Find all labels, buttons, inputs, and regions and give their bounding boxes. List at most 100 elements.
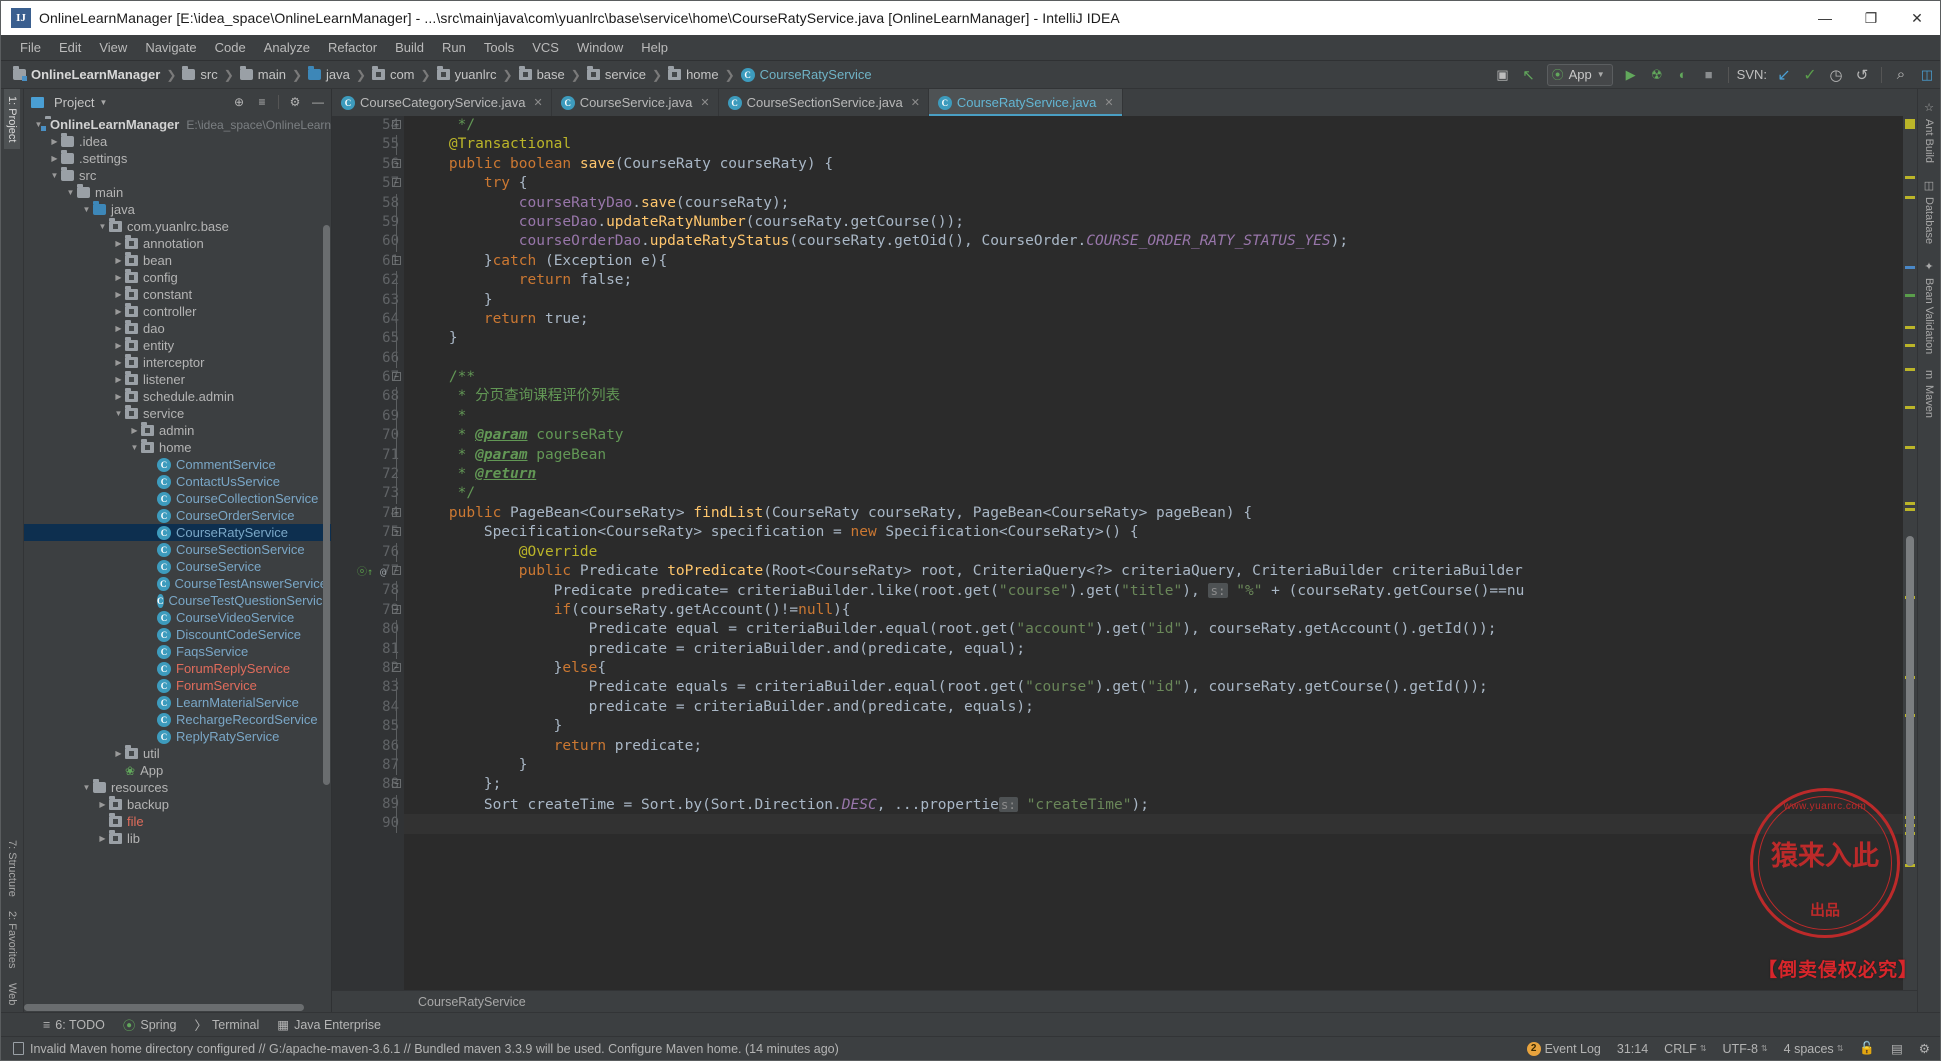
tree-item-node[interactable]: ▶ schedule.admin — [24, 388, 331, 405]
chevron-down-icon[interactable]: ▼ — [99, 98, 107, 107]
rail-maven[interactable]: m Maven — [1921, 362, 1937, 425]
close-icon[interactable]: ✕ — [700, 96, 709, 109]
code-line[interactable]: * @return — [414, 465, 1903, 484]
tree-item-class[interactable]: C CourseTestAnswerService — [24, 575, 331, 592]
code-line[interactable]: @Transactional — [414, 135, 1903, 154]
gutter-line-number[interactable]: 72 — [332, 465, 404, 485]
gutter-line-number[interactable]: 67− — [332, 368, 404, 387]
code-fold-toggle[interactable]: − — [392, 779, 401, 789]
code-line[interactable]: @Override — [414, 543, 1903, 562]
close-button[interactable]: ✕ — [1894, 1, 1940, 35]
gutter-line-number[interactable]: 89 — [332, 794, 404, 815]
code-fold-toggle[interactable]: − — [392, 604, 401, 614]
chevron-right-icon[interactable]: ▶ — [112, 749, 125, 758]
chevron-right-icon[interactable]: ▶ — [112, 239, 125, 248]
gutter-line-number[interactable]: 73 — [332, 484, 404, 504]
menu-code[interactable]: Code — [206, 38, 255, 57]
svn-commit-button[interactable]: ✓ — [1797, 63, 1823, 87]
menu-run[interactable]: Run — [433, 38, 475, 57]
code-line[interactable]: } — [414, 756, 1903, 775]
settings-gear-icon[interactable]: ⚙ — [286, 93, 304, 111]
tree-item-class[interactable]: C CourseCollectionService — [24, 490, 331, 507]
chevron-right-icon[interactable]: ▶ — [112, 392, 125, 401]
tree-item-node[interactable]: ▶ backup — [24, 796, 331, 813]
error-stripe-mark[interactable] — [1905, 368, 1915, 371]
menu-window[interactable]: Window — [568, 38, 632, 57]
rail-database[interactable]: ◫ Database — [1921, 171, 1938, 252]
svn-update-button[interactable]: ↙ — [1771, 63, 1797, 87]
tab-course-section-service[interactable]: C CourseSectionService.java ✕ — [719, 89, 929, 116]
lock-icon[interactable]: 🔓 — [1859, 1041, 1875, 1056]
gutter-line-number[interactable]: 76 — [332, 542, 404, 562]
menu-navigate[interactable]: Navigate — [136, 38, 205, 57]
code-line[interactable]: /** — [414, 368, 1903, 387]
gutter-line-number[interactable]: 82− — [332, 659, 404, 678]
error-stripe-mark[interactable] — [1905, 196, 1915, 199]
editor-gutter[interactable]: 54−55 56−57−58 59 60 61−62 63 64 65 66 67−68 69 70 7… — [332, 116, 404, 990]
tab-course-service[interactable]: C CourseService.java ✕ — [552, 89, 719, 116]
gutter-line-number[interactable]: 55 — [332, 135, 404, 155]
code-line[interactable]: public PageBean<CourseRaty> findList(Cou… — [414, 504, 1903, 523]
chevron-right-icon[interactable]: ▶ — [112, 341, 125, 350]
breadcrumb-item-module[interactable]: OnlineLearnManager — [31, 67, 160, 82]
code-fold-toggle[interactable]: − — [392, 662, 401, 672]
code-line[interactable]: courseDao.updateRatyNumber(courseRaty.ge… — [414, 213, 1903, 232]
chevron-down-icon[interactable]: ▼ — [96, 222, 109, 231]
tree-item-node[interactable]: ❀ App — [24, 762, 331, 779]
gutter-line-number[interactable]: 59 — [332, 212, 404, 233]
code-line[interactable]: */ — [414, 116, 1903, 135]
tab-course-raty-service[interactable]: C CourseRatyService.java ✕ — [928, 89, 1123, 116]
code-fold-toggle[interactable]: − — [392, 158, 401, 168]
chevron-down-icon[interactable]: ▼ — [80, 783, 93, 792]
menu-analyze[interactable]: Analyze — [255, 38, 319, 57]
implementing-method-icon[interactable]: ⓞ↑ — [357, 563, 373, 582]
gutter-line-number[interactable]: 75− — [332, 523, 404, 542]
stop-button[interactable]: ■ — [1696, 63, 1722, 87]
minimize-button[interactable]: — — [1802, 1, 1848, 35]
rail-web[interactable]: Web — [4, 976, 20, 1012]
tree-item-class[interactable]: C ForumService — [24, 677, 331, 694]
menu-edit[interactable]: Edit — [50, 38, 90, 57]
code-text-area[interactable]: */ @Transactional public boolean save(Co… — [404, 116, 1903, 990]
breadcrumb-item-base[interactable]: base — [537, 67, 565, 82]
tree-item-class[interactable]: C CourseOrderService — [24, 507, 331, 524]
menu-help[interactable]: Help — [632, 38, 677, 57]
menu-view[interactable]: View — [90, 38, 136, 57]
chevron-down-icon[interactable]: ▼ — [80, 205, 93, 214]
collapse-all-icon[interactable]: ≡ — [253, 93, 271, 111]
tree-item-class[interactable]: C ForumReplyService — [24, 660, 331, 677]
gutter-line-number[interactable]: 74− — [332, 504, 404, 523]
tree-item-node[interactable]: ▼ resources — [24, 779, 331, 796]
tree-item-node[interactable]: file — [24, 813, 331, 830]
tree-item-node[interactable]: ▶ lib — [24, 830, 331, 847]
code-line[interactable]: Predicate predicate= criteriaBuilder.lik… — [414, 581, 1903, 600]
tree-item-class[interactable]: C CourseRatyService — [24, 524, 331, 541]
gutter-line-number[interactable]: 84 — [332, 697, 404, 718]
tree-item-class[interactable]: C CourseTestQuestionService — [24, 592, 331, 609]
gutter-line-number[interactable]: 71 — [332, 445, 404, 466]
tree-item-node[interactable]: ▼ com.yuanlrc.base — [24, 218, 331, 235]
run-button[interactable]: ▶ — [1618, 63, 1644, 87]
event-log-button[interactable]: Event Log — [1545, 1042, 1601, 1056]
chevron-right-icon[interactable]: ▶ — [96, 834, 109, 843]
gutter-line-number[interactable]: 87 — [332, 755, 404, 776]
error-stripe-marker-bar[interactable] — [1903, 116, 1917, 990]
chevron-down-icon[interactable]: ▼ — [112, 409, 125, 418]
rail-ant-build[interactable]: ☆ Ant Build — [1921, 93, 1938, 171]
chevron-right-icon[interactable]: ▶ — [112, 290, 125, 299]
code-line[interactable]: * @param pageBean — [414, 446, 1903, 465]
tree-item-node[interactable]: ▶ .settings — [24, 150, 331, 167]
gutter-line-number[interactable]: 61− — [332, 252, 404, 271]
tree-item-node[interactable]: ▶ entity — [24, 337, 331, 354]
tree-item-node[interactable]: ▼ OnlineLearnManager E:\idea_space\OnlineL… — [24, 116, 331, 133]
gutter-line-number[interactable]: 86 — [332, 736, 404, 756]
code-line[interactable]: } — [414, 291, 1903, 310]
code-line[interactable]: }else{ — [414, 659, 1903, 678]
code-line[interactable]: return predicate; — [414, 737, 1903, 756]
chevron-down-icon[interactable]: ▼ — [64, 188, 77, 197]
code-line[interactable]: }; — [414, 775, 1903, 794]
tree-item-node[interactable]: ▶ config — [24, 269, 331, 286]
gutter-line-number[interactable]: 85 — [332, 717, 404, 737]
error-stripe-mark[interactable] — [1905, 176, 1915, 179]
code-line[interactable]: return false; — [414, 271, 1903, 290]
